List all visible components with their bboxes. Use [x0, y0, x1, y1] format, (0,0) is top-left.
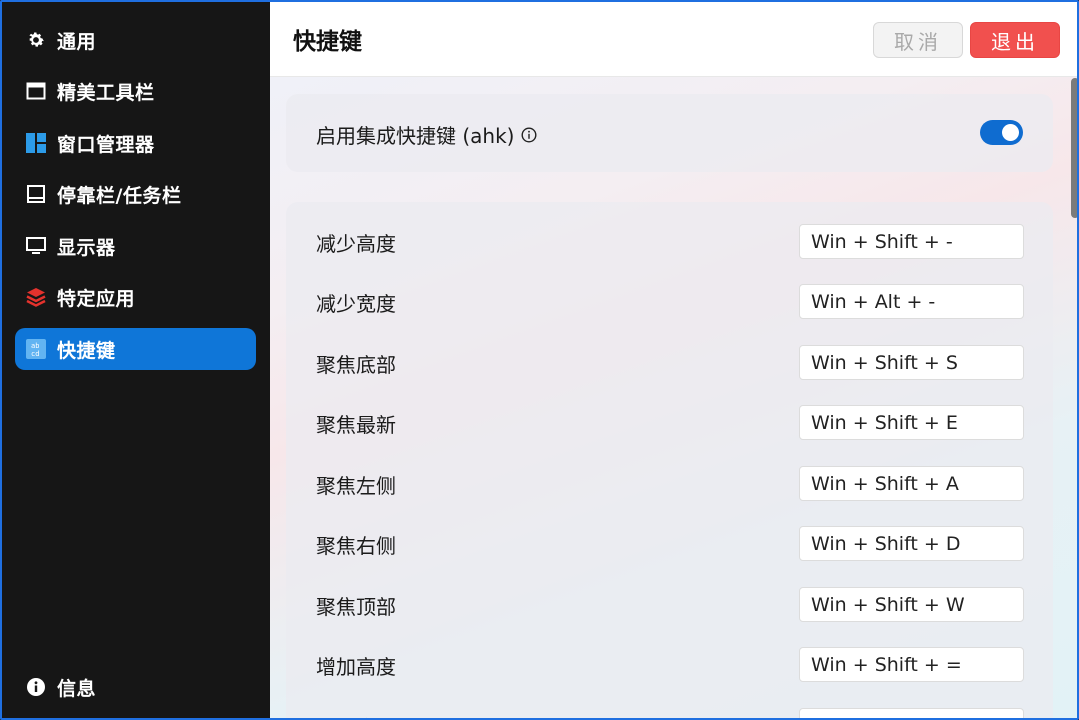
svg-text:cd: cd [31, 350, 39, 358]
cancel-button[interactable]: 取消 [873, 22, 963, 58]
sidebar-item-toolbar[interactable]: 精美工具栏 [15, 70, 256, 112]
shortcut-row: 聚焦底部 [286, 323, 1053, 383]
shortcut-input[interactable] [799, 708, 1024, 718]
tiling-icon [25, 132, 47, 154]
shortcut-row: 减少宽度 [286, 262, 1053, 322]
svg-text:ab: ab [31, 342, 39, 350]
ahk-toggle-switch[interactable] [980, 120, 1023, 145]
monitor-icon [25, 235, 47, 257]
shortcut-row: 减少高度 [286, 202, 1053, 262]
sidebar-item-label: 显示器 [57, 236, 116, 259]
shortcut-label: 增加高度 [316, 655, 396, 679]
sidebar-item-shortcuts[interactable]: ab cd 快捷键 [15, 328, 256, 370]
shortcut-input[interactable] [799, 284, 1024, 319]
sidebar: 通用 精美工具栏 窗口管理器 停靠栏/任务栏 显示器 特定应用 ab cd 快捷… [2, 2, 270, 718]
shortcut-row: 聚焦最新 [286, 383, 1053, 443]
app-window: 通用 精美工具栏 窗口管理器 停靠栏/任务栏 显示器 特定应用 ab cd 快捷… [0, 0, 1079, 720]
shortcut-input[interactable] [799, 466, 1024, 501]
shortcut-input[interactable] [799, 587, 1024, 622]
main-panel: 快捷键 取消 退出 启用集成快捷键 (ahk) 减少高度 减少宽度 聚 [270, 2, 1077, 718]
sidebar-item-info[interactable]: 信息 [15, 666, 256, 708]
sidebar-item-dock[interactable]: 停靠栏/任务栏 [15, 173, 256, 215]
shortcut-row: 聚焦右侧 [286, 504, 1053, 564]
sidebar-item-label: 快捷键 [57, 339, 116, 362]
sidebar-item-display[interactable]: 显示器 [15, 225, 256, 267]
sidebar-item-specific-apps[interactable]: 特定应用 [15, 276, 256, 318]
sidebar-item-window-manager[interactable]: 窗口管理器 [15, 122, 256, 164]
shortcut-row: 聚焦顶部 [286, 565, 1053, 625]
shortcut-label: 聚焦底部 [316, 353, 396, 377]
sidebar-item-label: 信息 [57, 677, 97, 700]
sidebar-item-label: 窗口管理器 [57, 133, 155, 156]
info-icon[interactable] [521, 126, 537, 143]
shortcut-label: 聚焦顶部 [316, 595, 396, 619]
exit-button[interactable]: 退出 [970, 22, 1060, 58]
shortcut-input[interactable] [799, 224, 1024, 259]
info-icon [25, 676, 47, 698]
sidebar-item-label: 通用 [57, 30, 97, 53]
shortcut-label: 聚焦右侧 [316, 534, 396, 558]
shortcut-label: 聚焦最新 [316, 413, 396, 437]
shortcut-label: 增加宽度 [316, 712, 396, 718]
ahk-toggle-label: 启用集成快捷键 (ahk) [316, 124, 515, 148]
header: 快捷键 取消 退出 [270, 2, 1077, 77]
shortcut-label: 减少宽度 [316, 292, 396, 316]
sidebar-item-label: 特定应用 [57, 287, 136, 310]
dock-icon [25, 183, 47, 205]
shortcut-input[interactable] [799, 647, 1024, 682]
shortcut-icon: ab cd [25, 338, 47, 360]
sidebar-item-general[interactable]: 通用 [15, 19, 256, 61]
vertical-scrollbar[interactable] [1071, 78, 1077, 218]
shortcut-input[interactable] [799, 526, 1024, 561]
shortcut-row: 增加宽度 [286, 686, 1053, 718]
shortcut-input[interactable] [799, 345, 1024, 380]
shortcut-label: 聚焦左侧 [316, 474, 396, 498]
page-title: 快捷键 [293, 29, 362, 55]
shortcut-row: 增加高度 [286, 625, 1053, 685]
shortcuts-list: 减少高度 减少宽度 聚焦底部 聚焦最新 聚焦左侧 聚焦右侧 [286, 202, 1053, 718]
ahk-toggle-row: 启用集成快捷键 (ahk) [316, 120, 537, 149]
window-toolbar-icon [25, 80, 47, 102]
shortcut-row: 聚焦左侧 [286, 444, 1053, 504]
layers-icon [25, 286, 47, 308]
shortcut-label: 减少高度 [316, 232, 396, 256]
gear-icon [25, 29, 47, 51]
ahk-toggle-card: 启用集成快捷键 (ahk) [286, 94, 1053, 172]
toggle-knob [1002, 124, 1019, 141]
shortcut-input[interactable] [799, 405, 1024, 440]
sidebar-item-label: 停靠栏/任务栏 [57, 184, 182, 207]
sidebar-item-label: 精美工具栏 [57, 81, 155, 104]
